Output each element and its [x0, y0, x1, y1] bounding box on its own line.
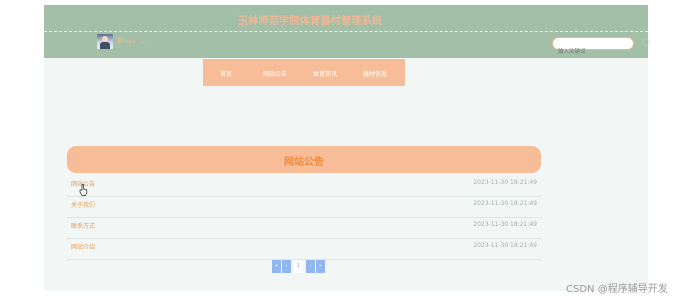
- search-box: [552, 37, 634, 58]
- header: 玉林师范学院体育器材管理系统 黄vip2 ⌄: [44, 5, 648, 58]
- nav-item-sports-news[interactable]: 体育资讯: [313, 69, 337, 78]
- first-page-button[interactable]: «: [272, 260, 281, 273]
- mouse-pointer-icon: [79, 184, 88, 196]
- list-item-title[interactable]: 关于我们: [71, 200, 95, 209]
- site-title: 玉林师范学院体育器材管理系统: [238, 16, 383, 27]
- list-item-title[interactable]: 网站介绍: [71, 242, 95, 251]
- notice-banner: 网站公告: [67, 146, 541, 173]
- list-item-date: 2023-11-30 18:21:49: [473, 221, 537, 228]
- avatar-body: [100, 42, 110, 49]
- list-item[interactable]: 网站介绍 2023-11-30 18:21:49: [67, 238, 541, 260]
- chevron-down-icon: ⌄: [140, 38, 146, 45]
- list-item[interactable]: 关于我们 2023-11-30 18:21:49: [67, 196, 541, 218]
- current-page[interactable]: 1: [294, 260, 303, 273]
- page: 玉林师范学院体育器材管理系统 黄vip2 ⌄ 首页 网站公告 体育资讯 器材信息…: [44, 5, 648, 291]
- list-item-date: 2023-11-30 18:21:49: [473, 242, 537, 249]
- nav-item-equipment[interactable]: 器材信息: [363, 69, 387, 78]
- search-input[interactable]: [553, 46, 628, 58]
- avatar[interactable]: [97, 34, 113, 49]
- user-menu[interactable]: 黄vip2 ⌄: [117, 36, 146, 45]
- nav-item-home[interactable]: 首页: [220, 69, 232, 78]
- username: 黄vip2: [117, 38, 136, 45]
- next-page-button[interactable]: ›: [306, 260, 315, 273]
- list-item[interactable]: 网站公告 2023-11-30 18:21:49: [67, 175, 541, 197]
- main-nav: 首页 网站公告 体育资讯 器材信息: [203, 59, 405, 86]
- watermark: CSDN @程序辅导开发: [566, 284, 668, 295]
- list-item-date: 2023-11-30 18:21:49: [473, 179, 537, 186]
- list-item[interactable]: 联系方式 2023-11-30 18:21:49: [67, 217, 541, 239]
- notice-title: 网站公告: [284, 157, 324, 168]
- list-item-title[interactable]: 联系方式: [71, 221, 95, 230]
- last-page-button[interactable]: »: [316, 260, 325, 273]
- nav-item-announcements[interactable]: 网站公告: [263, 69, 287, 78]
- scroll-edge-icon: ◯: [642, 38, 650, 46]
- list-item-date: 2023-11-30 18:21:49: [473, 200, 537, 207]
- header-divider: [44, 31, 648, 32]
- prev-page-button[interactable]: ‹: [282, 260, 291, 273]
